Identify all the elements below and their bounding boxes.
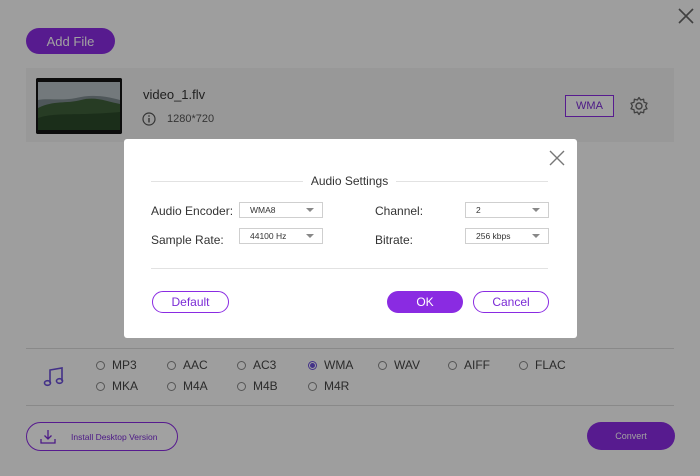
dropdown-caret-icon (532, 234, 540, 238)
dropdown-caret-icon (532, 208, 540, 212)
audio-settings-dialog: Audio Settings Audio Encoder: WMA8 Sampl… (124, 139, 577, 338)
audio-encoder-label: Audio Encoder: (151, 204, 234, 218)
dropdown-caret-icon (306, 208, 314, 212)
dropdown-caret-icon (306, 234, 314, 238)
audio-encoder-select[interactable]: WMA8 (239, 202, 323, 218)
dialog-divider (151, 268, 548, 269)
sample-rate-label: Sample Rate: (151, 233, 224, 247)
bitrate-label: Bitrate: (375, 233, 414, 247)
channel-select[interactable]: 2 (465, 202, 549, 218)
dialog-title: Audio Settings (151, 173, 549, 189)
channel-label: Channel: (375, 204, 424, 218)
ok-button[interactable]: OK (387, 291, 463, 313)
default-button[interactable]: Default (152, 291, 229, 313)
bitrate-select[interactable]: 256 kbps (465, 228, 549, 244)
sample-rate-select[interactable]: 44100 Hz (239, 228, 323, 244)
close-icon[interactable] (549, 150, 565, 166)
cancel-button[interactable]: Cancel (473, 291, 549, 313)
